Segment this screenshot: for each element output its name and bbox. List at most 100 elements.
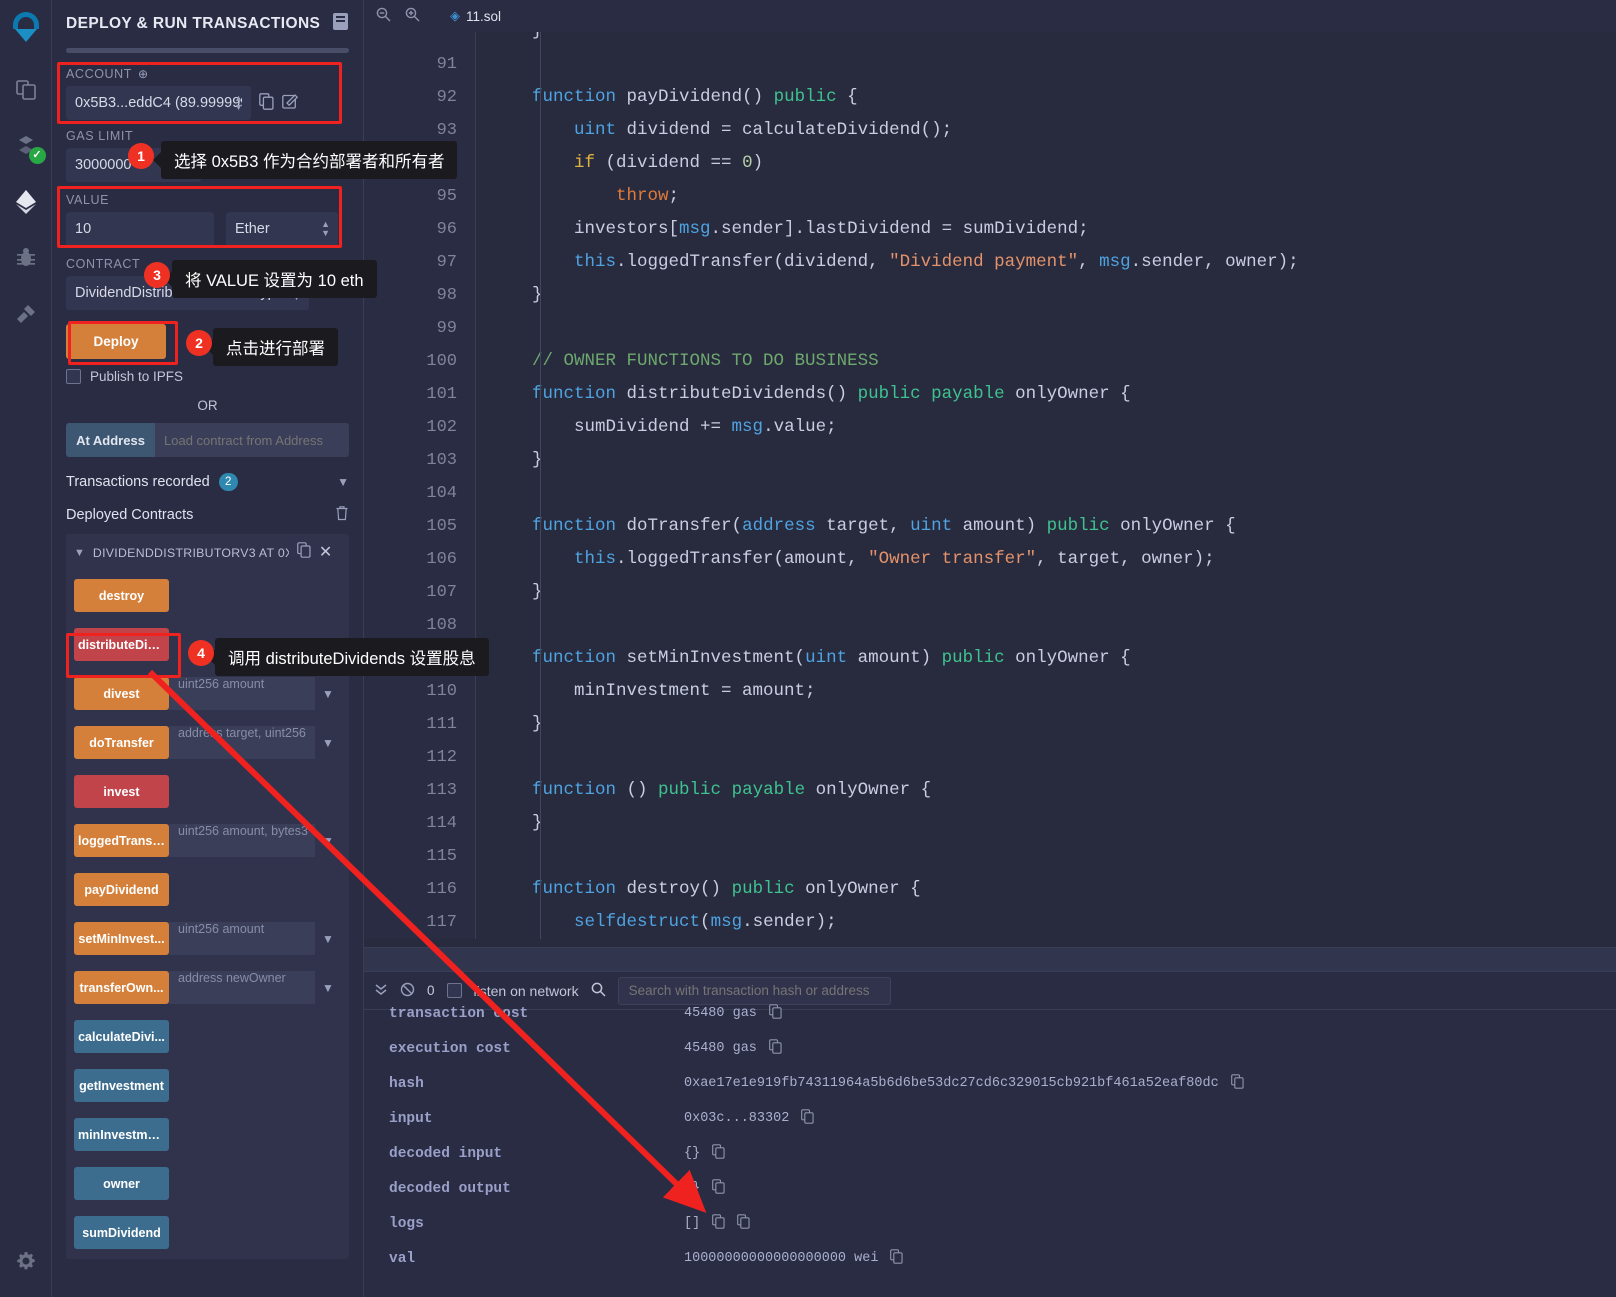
- clear-deployed-trash-icon[interactable]: [335, 505, 349, 524]
- function-input-doTransfer[interactable]: address target, uint256: [169, 726, 315, 759]
- function-expand-chevron-icon[interactable]: ▼: [315, 834, 341, 848]
- transactions-recorded-row[interactable]: Transactions recorded 2 ▼: [66, 473, 349, 491]
- line-number: 107: [426, 583, 457, 602]
- code-line: investors[msg.sender].lastDividend = sum…: [490, 219, 1089, 239]
- value-label: VALUE: [66, 193, 110, 207]
- function-button-distributeDividends[interactable]: distributeDivi...: [74, 628, 169, 661]
- solidity-file-icon: ◈: [450, 8, 460, 23]
- function-input-loggedTransfer[interactable]: uint256 amount, bytes3: [169, 824, 315, 857]
- function-button-destroy[interactable]: destroy: [74, 579, 169, 612]
- copy-icon[interactable]: [890, 1249, 904, 1268]
- publish-ipfs-checkbox[interactable]: [66, 369, 81, 384]
- zoom-in-icon[interactable]: [405, 7, 420, 25]
- chevron-down-icon[interactable]: ▼: [337, 475, 349, 489]
- copy-icon[interactable]: [769, 1039, 782, 1058]
- add-account-icon[interactable]: ⊕: [138, 67, 149, 81]
- remix-logo-icon[interactable]: [4, 6, 48, 50]
- editor-tab-11sol[interactable]: ◈ 11.sol: [434, 8, 501, 24]
- function-input-divest[interactable]: uint256 amount: [169, 677, 315, 710]
- account-select[interactable]: 0x5B3...eddC4 (89.99999999 ▲▼: [66, 86, 251, 120]
- remix-ide-window: ✓ DEPLOY & RUN TRANSACTIONS ACCOUNT ⊕ 0x…: [0, 0, 1616, 1297]
- at-address-row: At Address: [66, 423, 349, 457]
- code-line: sumDividend += msg.value;: [490, 417, 837, 437]
- function-row-payDividend: payDividend: [74, 873, 341, 906]
- function-input-setMinInvestment[interactable]: uint256 amount: [169, 922, 315, 955]
- terminal-row: input 0x03c...83302: [364, 1101, 1616, 1136]
- function-input-transferOwnership[interactable]: address newOwner: [169, 971, 315, 1004]
- annotation-badge-4: 4: [188, 640, 214, 666]
- debugger-bug-icon[interactable]: [4, 236, 48, 280]
- code-line: throw;: [616, 186, 680, 206]
- at-address-input[interactable]: [155, 423, 349, 457]
- file-explorer-icon[interactable]: [4, 68, 48, 112]
- function-button-invest[interactable]: invest: [74, 775, 169, 808]
- function-expand-chevron-icon[interactable]: ▼: [315, 981, 341, 995]
- at-address-button[interactable]: At Address: [66, 423, 155, 457]
- transactions-recorded-count: 2: [218, 473, 238, 491]
- zoom-out-icon[interactable]: [376, 7, 391, 25]
- line-number: 95: [436, 187, 457, 206]
- function-button-sumDividend[interactable]: sumDividend: [74, 1216, 169, 1249]
- line-number: 113: [426, 781, 457, 800]
- function-button-doTransfer[interactable]: doTransfer: [74, 726, 169, 759]
- function-button-setMinInvestment[interactable]: setMinInvest...: [74, 922, 169, 955]
- code-line: }: [490, 450, 543, 470]
- account-label: ACCOUNT ⊕: [66, 67, 149, 81]
- terminal-row-key: decoded output: [389, 1180, 511, 1197]
- code-line: }: [490, 285, 543, 305]
- copy-icon[interactable]: [712, 1144, 725, 1163]
- function-row-transferOwnership: transferOwn... address newOwner ▼: [74, 971, 341, 1004]
- value-amount-input[interactable]: 10: [66, 212, 214, 246]
- function-button-loggedTransfer[interactable]: loggedTransf...: [74, 824, 169, 857]
- copy-account-icon[interactable]: [259, 92, 274, 114]
- function-row-sumDividend: sumDividend: [74, 1216, 341, 1249]
- copy-contract-address-icon[interactable]: [297, 542, 311, 563]
- panel-title: DEPLOY & RUN TRANSACTIONS: [66, 15, 321, 32]
- annotation-tip-3: 将 VALUE 设置为 10 eth: [172, 260, 377, 298]
- edit-account-icon[interactable]: [282, 93, 299, 113]
- function-button-divest[interactable]: divest: [74, 677, 169, 710]
- expand-contract-chevron-icon[interactable]: ▼: [74, 547, 85, 559]
- code-line: this.loggedTransfer(dividend, "Dividend …: [574, 252, 1299, 272]
- terminal-drag-handle[interactable]: [364, 948, 1616, 972]
- terminal-row-value-text: 0x03c...83302: [684, 1111, 790, 1126]
- copy-icon[interactable]: [769, 1004, 782, 1023]
- panel-docs-icon[interactable]: [332, 12, 349, 36]
- function-button-owner[interactable]: owner: [74, 1167, 169, 1200]
- value-unit: Ether: [235, 221, 270, 237]
- copy-icon[interactable]: [712, 1179, 725, 1198]
- code-editor[interactable]: 9192939495969798991001011021031041051061…: [364, 32, 1616, 947]
- plugin-manager-icon[interactable]: [4, 292, 48, 336]
- function-button-minInvestment[interactable]: minInvestment: [74, 1118, 169, 1151]
- function-button-transferOwnership[interactable]: transferOwn...: [74, 971, 169, 1004]
- function-expand-chevron-icon[interactable]: ▼: [315, 687, 341, 701]
- deployed-contracts-label: Deployed Contracts: [66, 506, 194, 523]
- publish-ipfs-row[interactable]: Publish to IPFS: [66, 369, 349, 384]
- settings-gear-icon[interactable]: [4, 1239, 48, 1283]
- function-button-getInvestment[interactable]: getInvestment: [74, 1069, 169, 1102]
- code-line: selfdestruct(msg.sender);: [574, 912, 837, 932]
- function-expand-chevron-icon[interactable]: ▼: [315, 932, 341, 946]
- code-line: function setMinInvestment(uint amount) p…: [532, 648, 1131, 668]
- value-group: VALUE 10 Ether ▲ ▼: [66, 193, 349, 246]
- function-expand-chevron-icon[interactable]: ▼: [315, 736, 341, 750]
- value-unit-select[interactable]: Ether ▲ ▼: [226, 212, 338, 246]
- copy-icon[interactable]: [712, 1214, 725, 1233]
- terminal-output[interactable]: transaction cost 45480 gas execution cost 4…: [364, 994, 1616, 1297]
- solidity-compiler-icon[interactable]: ✓: [4, 124, 48, 168]
- close-contract-icon[interactable]: ✕: [319, 544, 332, 561]
- panel-scrollbar[interactable]: [66, 48, 349, 53]
- deploy-button[interactable]: Deploy: [66, 324, 166, 359]
- copy-icon[interactable]: [737, 1214, 750, 1233]
- code-lines[interactable]: } function payDividend() public { uint d…: [476, 32, 1616, 939]
- copy-icon[interactable]: [801, 1109, 814, 1128]
- function-button-payDividend[interactable]: payDividend: [74, 873, 169, 906]
- line-number: 114: [426, 814, 457, 833]
- deploy-run-icon[interactable]: [4, 180, 48, 224]
- function-button-calculateDividend[interactable]: calculateDivi...: [74, 1020, 169, 1053]
- copy-icon[interactable]: [1230, 1074, 1244, 1093]
